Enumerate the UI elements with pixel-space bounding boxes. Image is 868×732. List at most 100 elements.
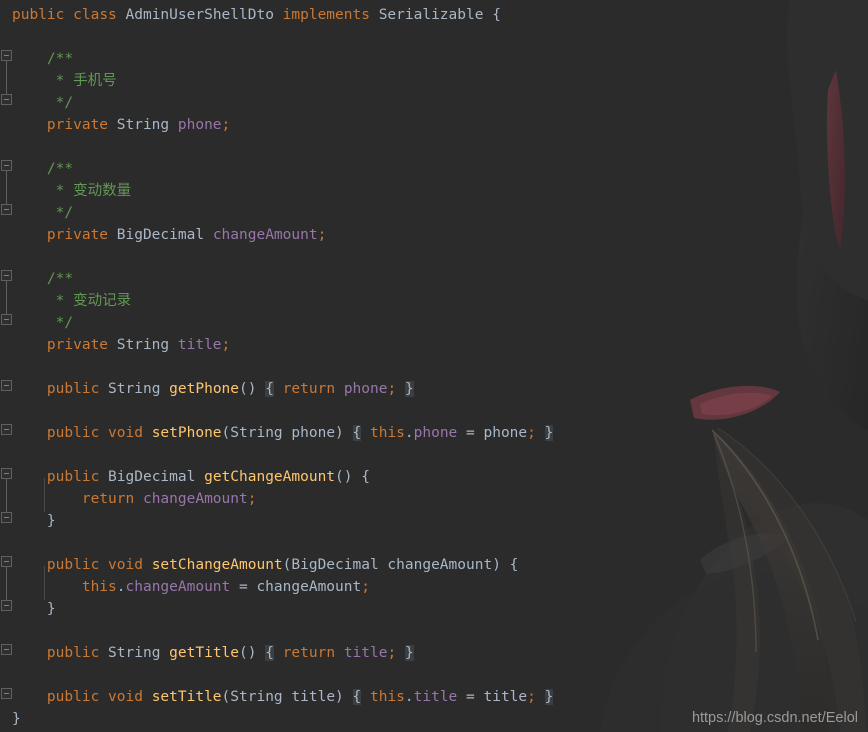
- code-token: }: [544, 689, 554, 705]
- code-token: BigDecimal: [291, 557, 379, 573]
- code-token: ;: [361, 579, 370, 595]
- code-line[interactable]: }: [12, 510, 56, 532]
- code-line[interactable]: /**: [12, 268, 73, 290]
- code-line[interactable]: public void setChangeAmount(BigDecimal c…: [12, 554, 518, 576]
- code-line[interactable]: public BigDecimal getChangeAmount() {: [12, 466, 370, 488]
- code-token: title: [413, 689, 458, 705]
- code-line[interactable]: public String getPhone() { return phone;…: [12, 378, 414, 400]
- code-token: */: [12, 205, 74, 221]
- code-token: public: [46, 425, 100, 441]
- code-editor[interactable]: public class AdminUserShellDto implement…: [0, 0, 868, 732]
- indent-guide: [44, 478, 45, 512]
- code-token: public: [46, 381, 100, 397]
- code-line[interactable]: private String phone;: [12, 114, 230, 136]
- code-line[interactable]: * 手机号: [12, 70, 117, 92]
- code-token: * 变动数量: [12, 183, 132, 199]
- code-line[interactable]: }: [12, 708, 21, 730]
- indent-guide: [44, 566, 45, 600]
- code-token: }: [404, 645, 414, 661]
- code-token: */: [12, 95, 74, 111]
- code-token: .: [404, 425, 414, 441]
- code-line[interactable]: public class AdminUserShellDto implement…: [12, 4, 501, 26]
- code-token: phone: [413, 425, 458, 441]
- code-token: */: [12, 315, 74, 331]
- code-token: changeAmount: [212, 227, 318, 243]
- code-line[interactable]: */: [12, 92, 73, 114]
- code-token: void: [108, 425, 143, 441]
- code-token: String: [108, 381, 161, 397]
- code-token: changeAmount: [125, 579, 231, 595]
- code-token: title: [177, 337, 222, 353]
- code-token: title: [343, 645, 388, 661]
- code-token: = phone: [457, 425, 528, 441]
- code-token: }: [12, 601, 56, 617]
- code-token: (: [221, 425, 231, 441]
- code-token: ;: [247, 491, 257, 507]
- code-line[interactable]: private BigDecimal changeAmount;: [12, 224, 326, 246]
- code-line[interactable]: return changeAmount;: [12, 488, 257, 510]
- code-token: getChangeAmount: [204, 469, 336, 485]
- code-line[interactable]: public String getTitle() { return title;…: [12, 642, 414, 664]
- code-line[interactable]: /**: [12, 158, 73, 180]
- code-line[interactable]: public void setTitle(String title) { thi…: [12, 686, 554, 708]
- code-token: String: [116, 117, 170, 133]
- code-token: .: [404, 689, 414, 705]
- code-line[interactable]: */: [12, 202, 73, 224]
- code-line[interactable]: private String title;: [12, 334, 230, 356]
- code-token: String: [116, 337, 170, 353]
- code-token: String: [230, 689, 283, 705]
- code-token: () {: [335, 469, 370, 485]
- code-token: setPhone: [151, 425, 222, 441]
- code-line[interactable]: * 变动数量: [12, 180, 131, 202]
- code-line[interactable]: */: [12, 312, 73, 334]
- code-line[interactable]: public void setPhone(String phone) { thi…: [12, 422, 554, 444]
- code-token: (): [239, 645, 257, 661]
- code-text-area[interactable]: public class AdminUserShellDto implement…: [0, 0, 868, 732]
- code-line[interactable]: this.changeAmount = changeAmount;: [12, 576, 370, 598]
- code-token: private: [46, 337, 109, 353]
- code-token: ;: [527, 689, 536, 705]
- code-token: }: [404, 381, 414, 397]
- code-line[interactable]: /**: [12, 48, 73, 70]
- code-token: public: [12, 7, 65, 23]
- code-token: = changeAmount: [230, 579, 362, 595]
- blog-url-watermark: https://blog.csdn.net/Eelol: [691, 710, 858, 726]
- code-token: (): [239, 381, 257, 397]
- code-token: * 手机号: [12, 73, 117, 89]
- code-token: changeAmount) {: [378, 557, 519, 573]
- code-line[interactable]: * 变动记录: [12, 290, 131, 312]
- code-token: String: [108, 645, 161, 661]
- code-token: {: [352, 689, 362, 705]
- code-token: return: [282, 645, 336, 661]
- code-token: changeAmount: [142, 491, 248, 507]
- code-token: title): [282, 689, 344, 705]
- code-line[interactable]: }: [12, 598, 56, 620]
- code-token: setChangeAmount: [151, 557, 283, 573]
- code-token: {: [352, 425, 362, 441]
